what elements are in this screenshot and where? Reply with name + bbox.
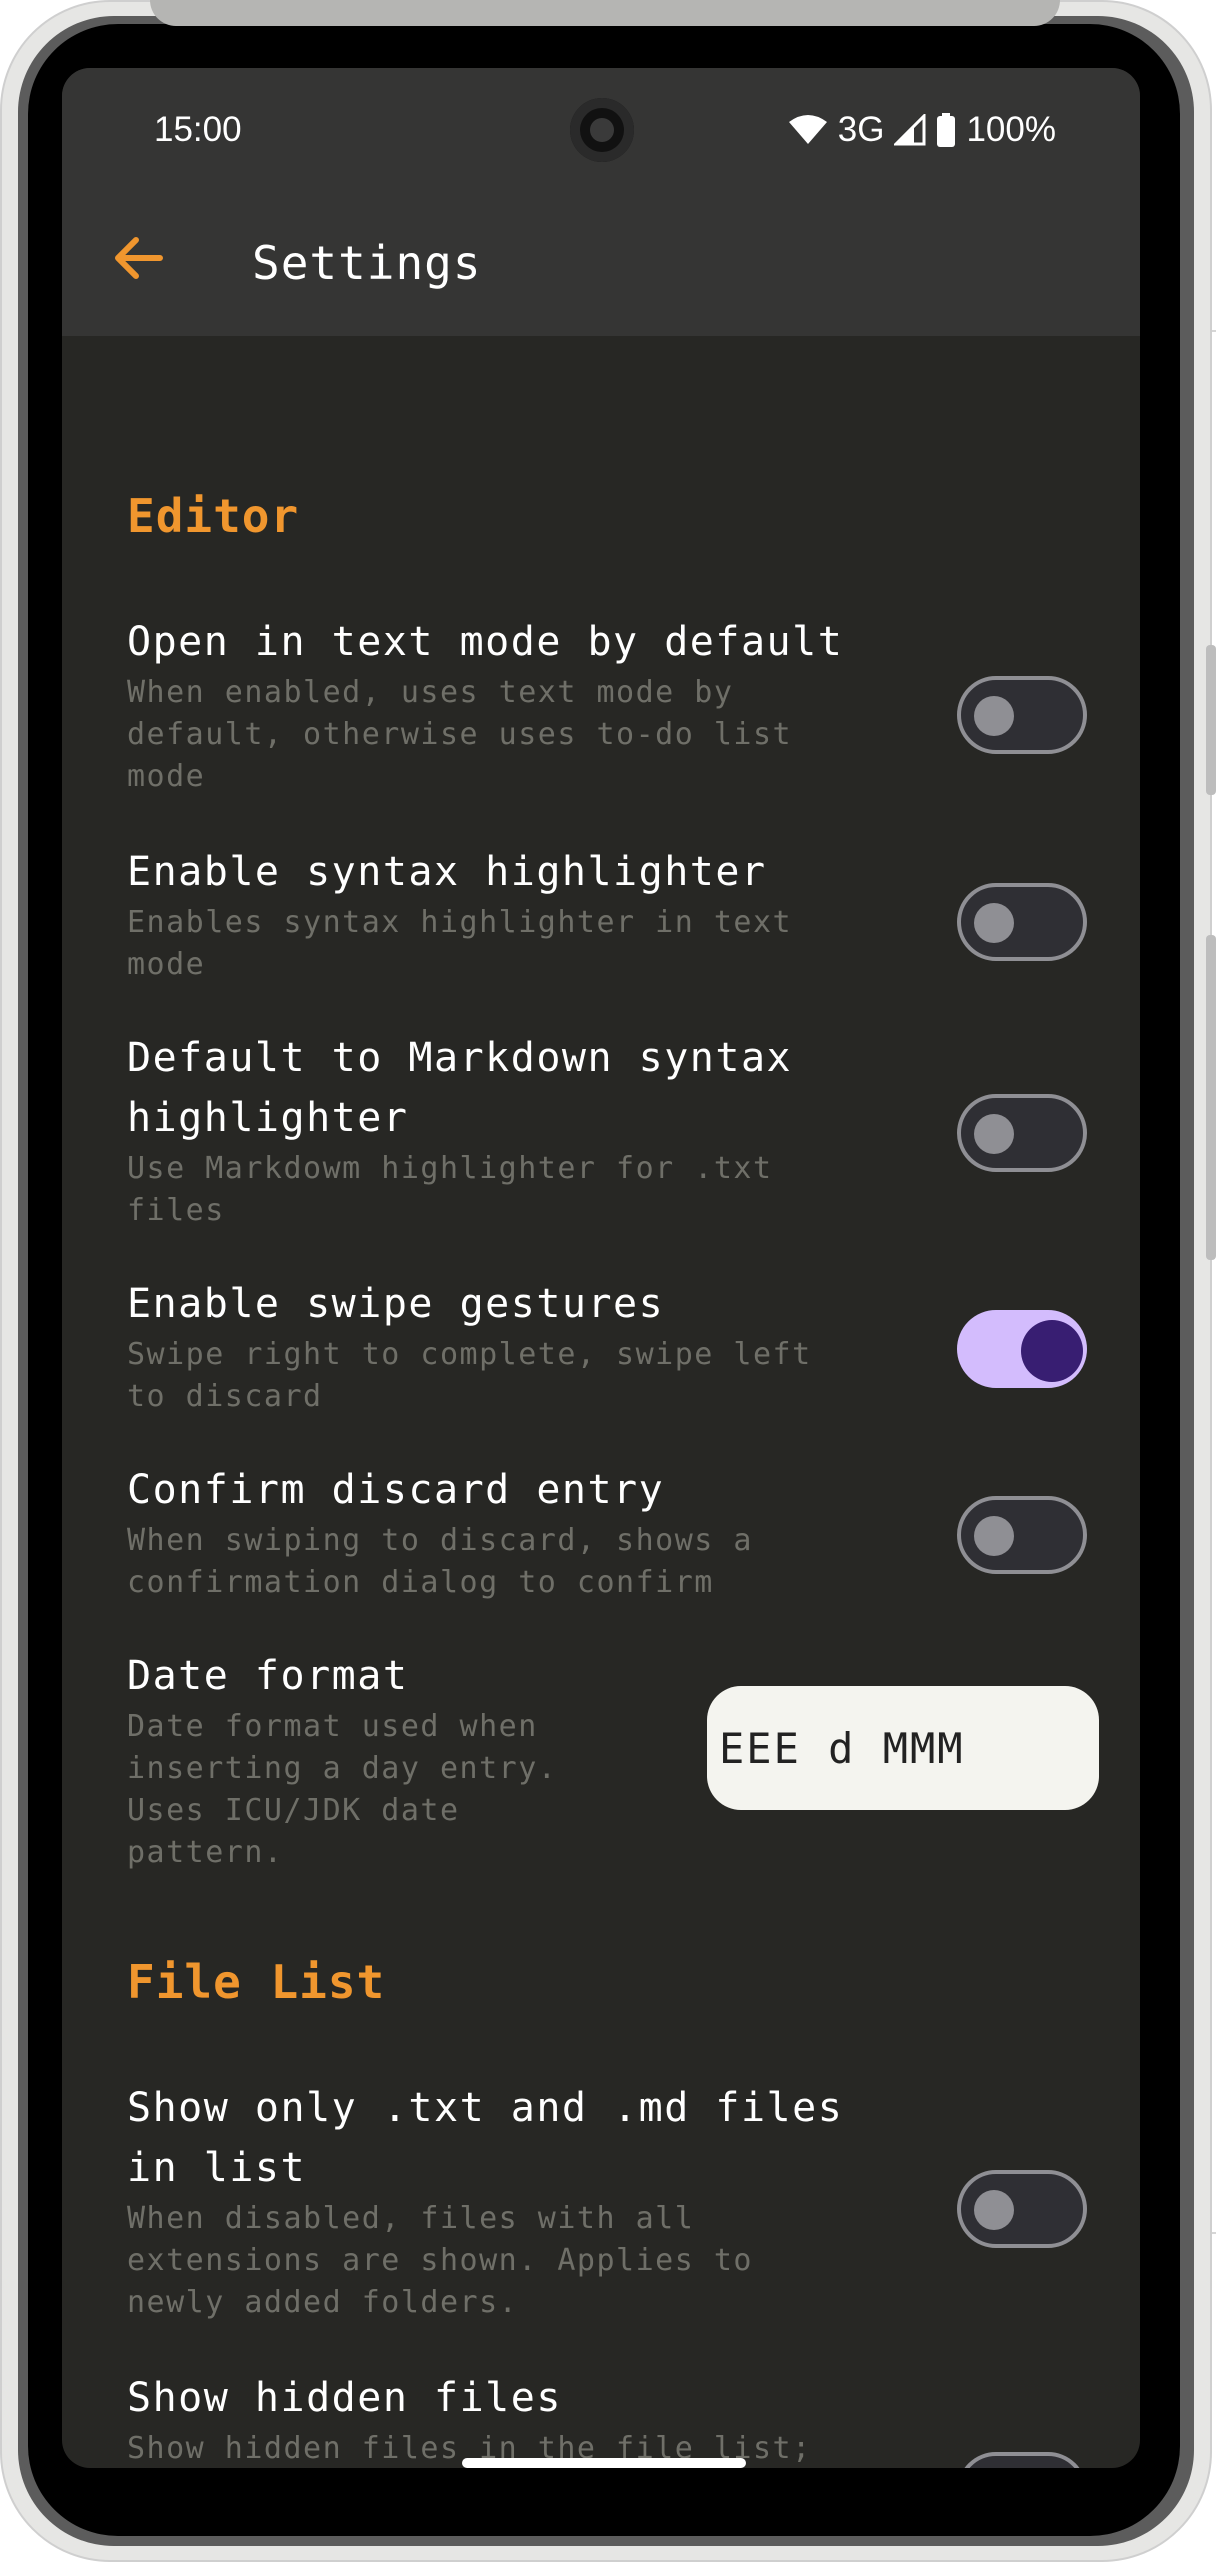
wifi-icon — [788, 115, 827, 144]
app-bar: 15:00 3G 100% Settings — [62, 68, 1140, 336]
toggle-show-txt-md-only[interactable] — [957, 2170, 1087, 2248]
toggle-knob — [974, 1516, 1014, 1556]
screen: 15:00 3G 100% Settings Editor Open in te… — [62, 68, 1140, 2468]
battery-level: 100% — [966, 110, 1056, 149]
volume-button — [1206, 645, 1216, 795]
toggle-knob — [1021, 1320, 1083, 1382]
front-camera — [570, 98, 634, 162]
power-button — [1206, 935, 1216, 1260]
toggle-knob — [974, 1114, 1014, 1154]
setting-description: Use Markdowm highlighter for .txt files — [127, 1151, 773, 1228]
page-title: Settings — [252, 236, 482, 290]
setting-syntax-highlighter[interactable]: Enable syntax highlighter Enables syntax… — [127, 842, 1087, 986]
network-type: 3G — [837, 110, 885, 149]
setting-title: Open in text mode by default — [127, 619, 844, 665]
setting-description: When enabled, uses text mode by default,… — [127, 675, 793, 794]
date-format-input[interactable]: EEE d MMM — [707, 1686, 1099, 1810]
setting-confirm-discard[interactable]: Confirm discard entry When swiping to di… — [127, 1460, 1087, 1604]
setting-title: Show hidden files — [127, 2375, 562, 2421]
setting-title: Enable swipe gestures — [127, 1281, 665, 1327]
section-header-file-list: File List — [127, 1955, 386, 2009]
status-icons: 3G 100% — [788, 106, 1056, 154]
setting-swipe-gestures[interactable]: Enable swipe gestures Swipe right to com… — [127, 1274, 1087, 1418]
toggle-markdown-highlighter[interactable] — [957, 1094, 1087, 1172]
setting-markdown-highlighter[interactable]: Default to Markdown syntax highlighter U… — [127, 1028, 1087, 1232]
setting-title: Confirm discard entry — [127, 1467, 665, 1513]
toggle-confirm-discard[interactable] — [957, 1496, 1087, 1574]
toggle-show-hidden-files[interactable] — [957, 2452, 1087, 2468]
toggle-knob — [974, 696, 1014, 736]
setting-title: Show only .txt and .md files in list — [127, 2085, 844, 2191]
status-time: 15:00 — [154, 110, 242, 149]
back-arrow-icon[interactable] — [106, 226, 170, 290]
section-header-editor: Editor — [127, 489, 300, 543]
setting-description: When swiping to discard, shows a confirm… — [127, 1523, 753, 1600]
setting-show-hidden-files[interactable]: Show hidden files Show hidden files in t… — [127, 2368, 1087, 2468]
setting-date-format: Date format Date format used when insert… — [127, 1646, 1099, 1874]
toggle-syntax-highlighter[interactable] — [957, 883, 1087, 961]
setting-show-txt-md-only[interactable]: Show only .txt and .md files in list Whe… — [127, 2078, 1087, 2324]
setting-description: Date format used when inserting a day en… — [127, 1709, 558, 1870]
setting-open-text-mode[interactable]: Open in text mode by default When enable… — [127, 612, 1087, 798]
setting-title: Default to Markdown syntax highlighter — [127, 1035, 793, 1141]
toggle-open-text-mode[interactable] — [957, 676, 1087, 754]
gesture-navigation-bar[interactable] — [462, 2458, 746, 2468]
toggle-knob — [974, 903, 1014, 943]
device-top-edge — [150, 0, 1060, 26]
toggle-swipe-gestures[interactable] — [957, 1310, 1087, 1388]
battery-icon — [937, 113, 956, 147]
setting-description: When disabled, files with all extensions… — [127, 2201, 753, 2320]
setting-description: Swipe right to complete, swipe left to d… — [127, 1337, 812, 1414]
setting-title: Enable syntax highlighter — [127, 849, 767, 895]
toggle-knob — [974, 2190, 1014, 2230]
signal-icon — [894, 114, 926, 146]
setting-description: Enables syntax highlighter in text mode — [127, 905, 793, 982]
